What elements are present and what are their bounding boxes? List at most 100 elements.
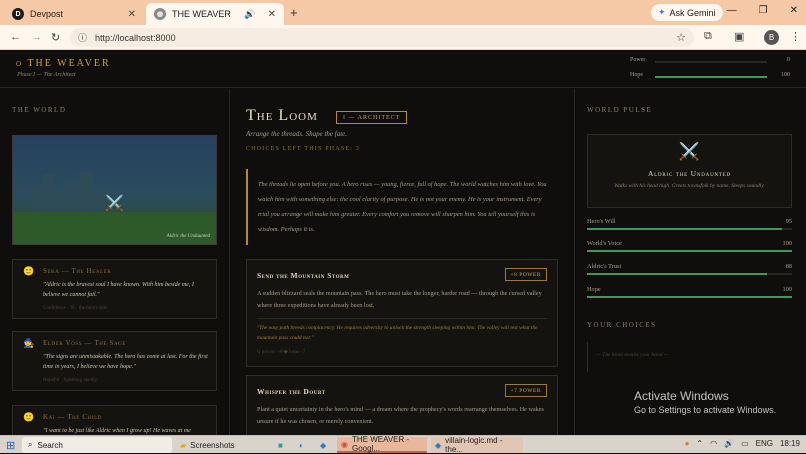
character-meta: Hopeful · Speaking openly	[43, 378, 98, 383]
app-icon[interactable]: ■	[274, 437, 287, 453]
option-stats: Ij power +8 ◆ hope -7	[257, 349, 306, 355]
tab-devpost[interactable]: D Devpost ✕	[4, 3, 144, 25]
taskbar-item-label: Screenshots	[190, 440, 235, 450]
folder-icon: ▰	[180, 440, 187, 450]
character-card[interactable]: 🧙 Elder Voss — The Sage "The signs are u…	[12, 331, 217, 391]
healer-avatar-icon: 🙂	[23, 266, 35, 276]
language-indicator[interactable]: ENG	[756, 439, 773, 448]
scene-caption: Aldric the Undaunted	[166, 234, 210, 239]
browser-toolbar: ← → ↻ ⓘ http://localhost:8000 ☆ ⧉ ▣ B ⋮	[0, 25, 806, 50]
phase-subtitle: Phase I — The Architect	[17, 72, 76, 78]
new-tab-button[interactable]: +	[290, 5, 298, 20]
power-meter: Power 0	[630, 57, 790, 67]
meter-value: 100	[781, 72, 790, 78]
app-header: o THE WEAVER Phase I — The Architect Pow…	[0, 50, 806, 88]
option-title: Whisper the Doubt	[257, 387, 326, 396]
crossed-swords-icon: ⚔️	[678, 142, 701, 161]
taskbar-item-label: THE WEAVER - Googl...	[351, 435, 410, 453]
bookmark-star-icon[interactable]: ☆	[676, 31, 686, 44]
option-description: Plant a quiet uncertainty in the hero's …	[257, 406, 544, 425]
narrative-text: The threads lie open before you. A hero …	[246, 169, 551, 245]
power-badge: +8 POWER	[504, 268, 547, 281]
character-name: Kai — The Child	[43, 413, 103, 421]
tab-title: Devpost	[30, 9, 64, 19]
pulse-stat: Aldric's Trust 88	[587, 263, 792, 279]
ask-gemini-label: Ask Gemini	[669, 7, 716, 18]
hope-meter-fill	[655, 76, 767, 78]
taskbar-screenshots[interactable]: ▰ Screenshots	[176, 437, 239, 453]
loom-title: The Loom	[246, 107, 318, 124]
edge-icon[interactable]: ◐	[295, 437, 308, 453]
volume-icon[interactable]: 🔊	[724, 439, 734, 448]
activate-windows-watermark: Activate Windows Go to Settings to activ…	[634, 389, 776, 415]
loom-tagline: Arrange the threads. Shape the fate.	[246, 130, 348, 138]
devpost-favicon-icon: D	[12, 8, 24, 20]
windows-taskbar: ⊞ ⌕ Search ▰ Screenshots ■ ◐ ◆ ◉ THE WEA…	[0, 435, 806, 454]
your-choices-heading: YOUR CHOICES	[587, 321, 657, 329]
reload-icon[interactable]: ↻	[51, 31, 60, 44]
profile-avatar[interactable]: B	[764, 30, 779, 45]
phase-badge: I — ARCHITECT	[336, 111, 408, 124]
taskbar-vscode[interactable]: ◆ villain-logic.md - the...	[431, 436, 523, 454]
pulse-stat: Hope 100	[587, 286, 792, 302]
globe-icon: ◍	[154, 8, 166, 20]
speaker-icon[interactable]: 🔊	[244, 9, 255, 20]
chevron-up-icon[interactable]: ⌃	[696, 439, 703, 448]
power-badge: +7 POWER	[504, 384, 547, 397]
crossed-swords-icon: ⚔️	[105, 196, 124, 212]
pulse-stat: World's Voice 100	[587, 240, 792, 256]
loom-panel: The Loom I — ARCHITECT Arrange the threa…	[230, 89, 575, 435]
option-description: A sudden blizzard seals the mountain pas…	[257, 290, 542, 309]
character-card[interactable]: 🙂 Kai — The Child "I want to be just lik…	[12, 405, 217, 435]
url-text: http://localhost:8000	[95, 32, 176, 43]
hero-description: Walks with his head high. Greets townsfo…	[614, 183, 765, 189]
stat-label: Hope	[587, 286, 601, 293]
battery-icon[interactable]: ▭	[741, 439, 749, 448]
character-quote: "The signs are unmistakable. The hero ha…	[43, 354, 208, 370]
close-tab-icon[interactable]: ✕	[128, 9, 136, 20]
extensions-icon[interactable]: ⧉	[704, 30, 712, 43]
stat-value: 88	[785, 263, 792, 270]
taskbar-search[interactable]: ⌕ Search	[22, 437, 172, 453]
stat-label: Aldric's Trust	[587, 263, 622, 270]
brand-icon: o	[16, 58, 28, 69]
option-card-whisper-doubt[interactable]: Whisper the Doubt +7 POWER Plant a quiet…	[246, 375, 558, 435]
split-view-icon[interactable]: ▣	[734, 30, 744, 43]
windows-start-icon[interactable]: ⊞	[2, 437, 19, 453]
chrome-icon: ◉	[341, 439, 348, 449]
search-icon: ⌕	[28, 440, 33, 449]
tab-the-weaver[interactable]: ◍ THE WEAVER 🔊 ✕	[146, 3, 284, 25]
site-info-icon[interactable]: ⓘ	[78, 31, 87, 44]
wifi-icon[interactable]: ◠	[710, 439, 717, 448]
ask-gemini-button[interactable]: ✦ Ask Gemini	[651, 4, 723, 21]
option-title: Send the Mountain Storm	[257, 271, 350, 280]
watermark-title: Activate Windows	[634, 389, 729, 403]
child-avatar-icon: 🙂	[23, 412, 35, 422]
character-meta: Confidence · Ill · the hero's side	[43, 306, 108, 311]
option-card-mountain-storm[interactable]: Send the Mountain Storm +8 POWER A sudde…	[246, 259, 558, 367]
meter-label: Hope	[630, 72, 643, 78]
taskbar-chrome[interactable]: ◉ THE WEAVER - Googl...	[337, 435, 427, 453]
close-tab-icon[interactable]: ✕	[268, 9, 276, 20]
brand-title: o THE WEAVER	[16, 58, 111, 69]
clock[interactable]: 18:19	[780, 439, 800, 448]
character-name: Sera — The Healer	[43, 267, 112, 275]
stat-value: 100	[782, 286, 792, 293]
meter-label: Power	[630, 57, 646, 63]
option-rationale: "The easy path breeds complacency. He re…	[257, 325, 538, 341]
vscode-icon[interactable]: ◆	[316, 437, 330, 453]
menu-kebab-icon[interactable]: ⋮	[790, 30, 801, 43]
character-card[interactable]: 🙂 Sera — The Healer "Aldric is the brave…	[12, 259, 217, 319]
forward-arrow-icon[interactable]: →	[31, 31, 42, 43]
notification-badge-icon[interactable]: ●	[685, 439, 690, 448]
meter-value: 0	[787, 57, 790, 63]
world-scene: ⚔️ Aldric the Undaunted	[12, 135, 217, 245]
restore-icon[interactable]: ❐	[759, 5, 768, 16]
minimize-icon[interactable]: —	[727, 5, 737, 16]
address-bar[interactable]: ⓘ http://localhost:8000 ☆	[70, 28, 694, 47]
close-window-icon[interactable]: ✕	[790, 5, 798, 16]
choices-list: — The loom awaits your hand —	[587, 342, 792, 372]
back-arrow-icon[interactable]: ←	[10, 31, 21, 43]
search-label: Search	[37, 440, 63, 450]
watermark-subtitle: Go to Settings to activate Windows.	[634, 405, 777, 415]
